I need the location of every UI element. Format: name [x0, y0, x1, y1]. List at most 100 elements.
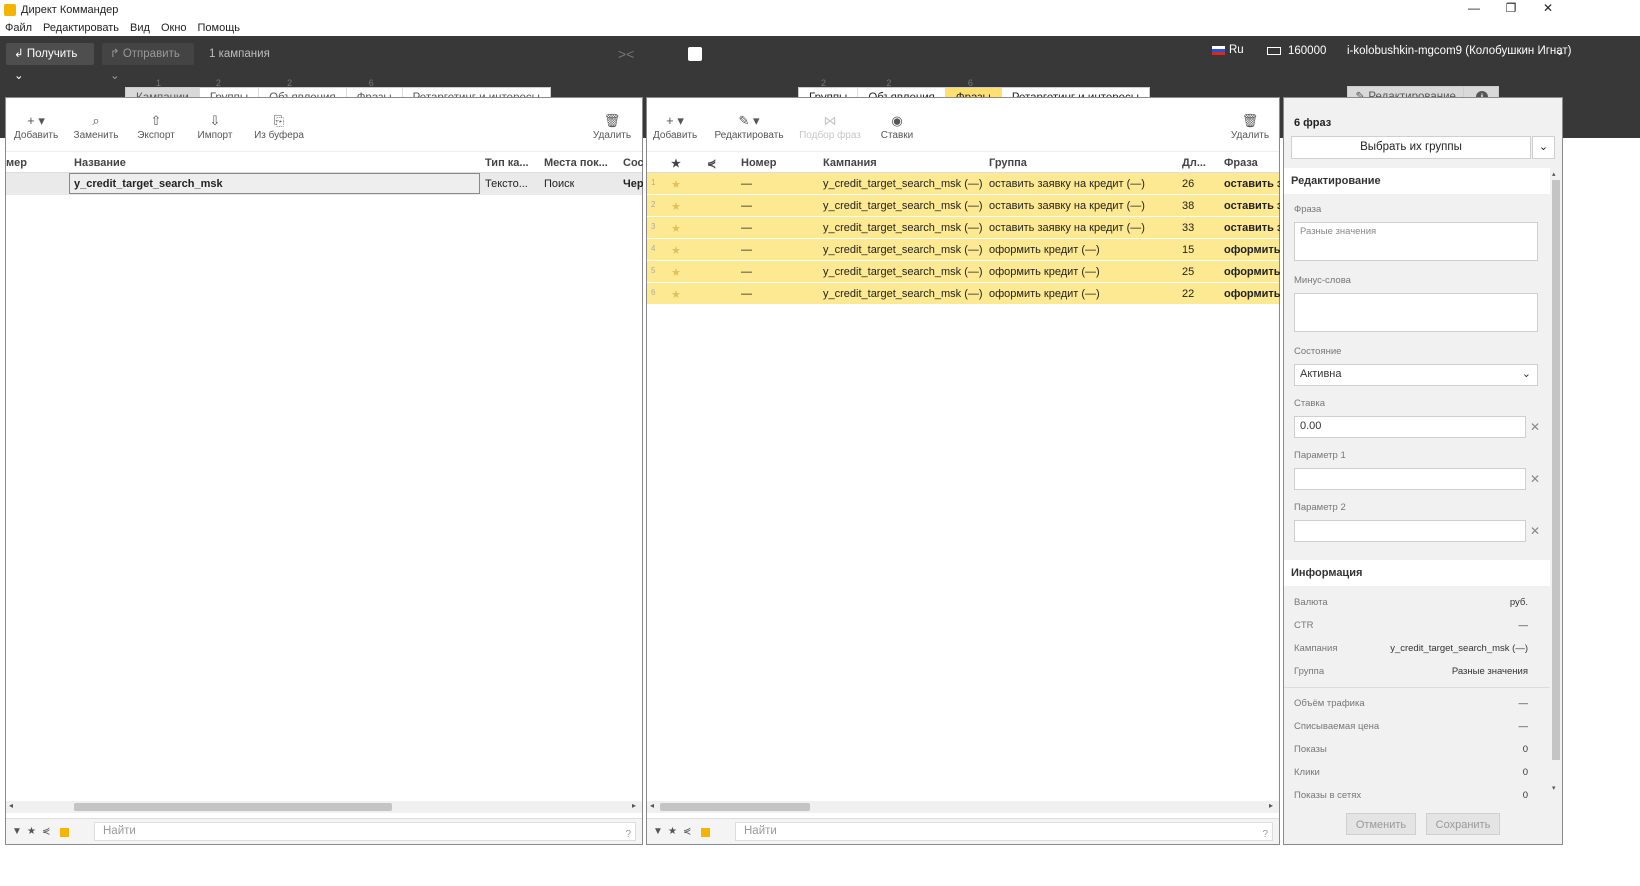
search-help-icon[interactable]: ?: [625, 826, 631, 843]
export-icon: ⇧: [150, 113, 162, 128]
notes-icon[interactable]: [688, 47, 702, 61]
star-icon[interactable]: ★: [671, 178, 681, 191]
clear-param2-icon[interactable]: ✕: [1530, 524, 1540, 538]
scrollbar-thumb[interactable]: [660, 803, 810, 811]
search-input[interactable]: Найти ?: [735, 822, 1273, 841]
col-length[interactable]: Дл...: [1182, 157, 1206, 169]
delete-button[interactable]: 🗑 Удалить: [591, 114, 633, 142]
campaign-name-cell[interactable]: y_credit_target_search_msk: [69, 173, 480, 194]
table-row[interactable]: 4 ★ ✕ — y_credit_target_search_msk (—) о…: [647, 239, 1280, 261]
menu-file[interactable]: Файл: [5, 22, 32, 34]
col-number[interactable]: мер: [6, 157, 27, 169]
param2-label: Параметр 2: [1294, 502, 1346, 513]
star-filter-icon[interactable]: ★: [27, 826, 36, 837]
save-button[interactable]: Сохранить: [1426, 813, 1500, 835]
menu-view[interactable]: Вид: [130, 22, 150, 34]
info-impressions: Показы 0: [1294, 744, 1528, 758]
scroll-left-icon[interactable]: ◂: [9, 801, 13, 810]
col-campaign[interactable]: Кампания: [823, 157, 877, 169]
star-icon[interactable]: ★: [671, 288, 681, 301]
col-star[interactable]: ★: [671, 157, 681, 170]
col-name[interactable]: Название: [74, 157, 126, 169]
scroll-left-icon[interactable]: ◂: [650, 801, 654, 810]
table-row[interactable]: 3 ★ ✕ — y_credit_target_search_msk (—) о…: [647, 217, 1280, 239]
col-state[interactable]: Сос: [623, 157, 643, 169]
star-icon[interactable]: ★: [671, 222, 681, 235]
star-icon[interactable]: ★: [671, 244, 681, 257]
scrollbar-thumb[interactable]: [1552, 180, 1560, 760]
from-buffer-label: Из буфера: [254, 130, 304, 141]
campaign-type-cell: Тексто...: [485, 178, 528, 190]
bid-field[interactable]: 0.00: [1294, 416, 1526, 438]
phrase-field[interactable]: Разные значения: [1294, 222, 1538, 261]
get-button[interactable]: ↲ Получить ⌄: [6, 43, 94, 82]
yellow-filter-icon[interactable]: [60, 828, 69, 837]
horizontal-scrollbar[interactable]: ◂ ▸: [6, 801, 642, 813]
cancel-button[interactable]: Отменить: [1346, 813, 1416, 835]
language-label[interactable]: Ru: [1229, 44, 1244, 56]
add-button[interactable]: + ▾ Добавить: [653, 114, 697, 142]
filter-icon[interactable]: ▼: [12, 826, 22, 837]
col-type[interactable]: Тип ка...: [485, 157, 535, 169]
scroll-right-icon[interactable]: ▸: [632, 801, 636, 810]
col-places[interactable]: Места пок...: [544, 157, 614, 169]
send-button[interactable]: ↱ Отправить ⌄: [102, 43, 194, 82]
number-cell: —: [741, 178, 752, 190]
filter-icon[interactable]: ▼: [653, 826, 663, 837]
from-buffer-button[interactable]: ⎘ Из буфера: [251, 114, 307, 142]
get-label: Получить: [26, 48, 78, 60]
replace-button[interactable]: ⌕ Заменить: [72, 114, 120, 142]
star-icon[interactable]: ★: [671, 200, 681, 213]
clear-param1-icon[interactable]: ✕: [1530, 472, 1540, 486]
yellow-filter-icon[interactable]: [701, 828, 710, 837]
state-select[interactable]: Активна ⌄: [1294, 364, 1538, 386]
search-input[interactable]: Найти ?: [94, 822, 636, 841]
col-phrase[interactable]: Фраза: [1224, 157, 1280, 169]
bids-button[interactable]: ◉ Ставки: [879, 114, 915, 142]
status-filter-icon[interactable]: ⋞: [683, 826, 691, 837]
scroll-down-icon[interactable]: ▾: [1552, 784, 1556, 792]
col-status[interactable]: ⋞: [707, 157, 716, 170]
user-account[interactable]: i-kolobushkin-mgcom9 (Колобушкин Игнат): [1347, 45, 1572, 57]
minimize-button[interactable]: —: [1456, 0, 1492, 19]
menu-window[interactable]: Окно: [161, 22, 187, 34]
import-button[interactable]: ⇩ Импорт: [194, 114, 236, 142]
star-icon[interactable]: ★: [671, 266, 681, 279]
horizontal-scrollbar[interactable]: ◂ ▸: [647, 801, 1279, 813]
menu-edit[interactable]: Редактировать: [43, 22, 119, 34]
col-group[interactable]: Группа: [989, 157, 1027, 169]
col-number[interactable]: Номер: [741, 157, 777, 169]
delete-button[interactable]: 🗑 Удалить: [1229, 114, 1271, 142]
table-row[interactable]: 1 ★ ✕ — y_credit_target_search_msk (—) о…: [647, 173, 1280, 195]
table-row[interactable]: 2 ★ ✕ — y_credit_target_search_msk (—) о…: [647, 195, 1280, 217]
pick-groups-dropdown[interactable]: ⌄: [1532, 136, 1555, 159]
param2-field[interactable]: [1294, 520, 1526, 542]
param1-field[interactable]: [1294, 468, 1526, 490]
scroll-right-icon[interactable]: ▸: [1269, 801, 1273, 810]
user-chevron-icon[interactable]: ⌄: [1555, 44, 1565, 58]
edit-button[interactable]: ✎ ▾ Редактировать: [713, 114, 785, 142]
table-row[interactable]: 6 ★ ✕ — y_credit_target_search_msk (—) о…: [647, 283, 1280, 305]
search-help-icon[interactable]: ?: [1262, 826, 1268, 843]
pick-groups-button[interactable]: Выбрать их группы: [1291, 136, 1531, 159]
table-row[interactable]: y_credit_target_search_msk Тексто... Пои…: [6, 173, 643, 195]
export-button[interactable]: ⇧ Экспорт: [134, 113, 178, 142]
menu-help[interactable]: Помощь: [198, 22, 241, 34]
restore-button[interactable]: ❐: [1493, 0, 1529, 19]
close-button[interactable]: ✕: [1530, 0, 1566, 19]
minus-words-field[interactable]: [1294, 293, 1538, 332]
collapse-panels-icon[interactable]: ><: [618, 46, 634, 62]
table-row[interactable]: 5 ★ ✕ — y_credit_target_search_msk (—) о…: [647, 261, 1280, 283]
status-filter-icon[interactable]: ⋞: [42, 826, 50, 837]
scrollbar-thumb[interactable]: [74, 803, 392, 811]
scroll-up-icon[interactable]: ▴: [1552, 170, 1556, 178]
info-key: Кампания: [1294, 643, 1338, 654]
clear-bid-icon[interactable]: ✕: [1530, 420, 1540, 434]
add-button[interactable]: + ▾ Добавить: [14, 114, 58, 142]
tab-count: 1: [156, 78, 162, 88]
vertical-scrollbar[interactable]: ▴ ▾: [1550, 168, 1562, 796]
row-index: 1: [651, 178, 656, 187]
star-filter-icon[interactable]: ★: [668, 826, 677, 837]
phrase-pick-button[interactable]: ⋈ Подбор фраз: [799, 114, 861, 142]
length-cell: 26: [1182, 178, 1195, 190]
